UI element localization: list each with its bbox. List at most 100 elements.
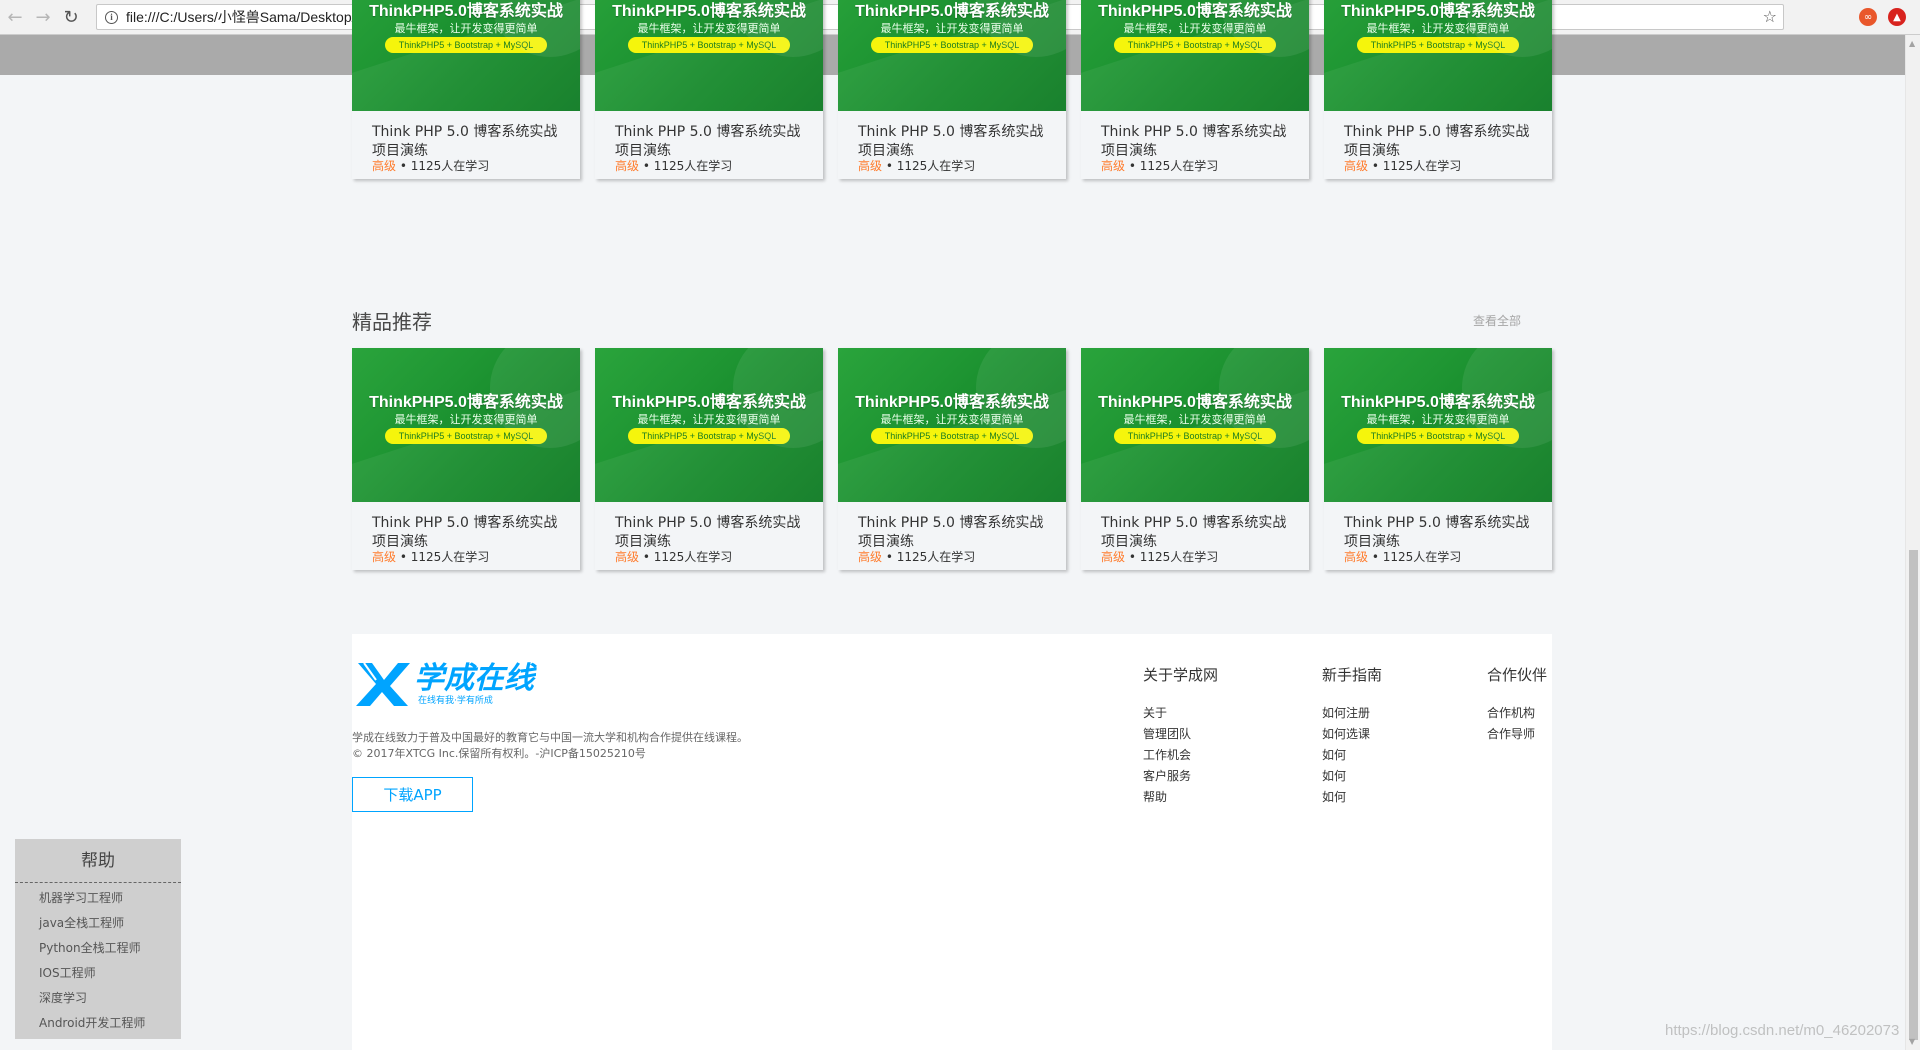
thumb-title: ThinkPHP5.0博客系统实战 xyxy=(1341,394,1535,411)
course-title[interactable]: Think PHP 5.0 博客系统实战项目演练 xyxy=(858,514,1048,552)
thumb-title: ThinkPHP5.0博客系统实战 xyxy=(855,394,1049,411)
footer-link[interactable]: 管理团队 xyxy=(1143,724,1218,745)
course-meta: 高级 • 1125人在学习 xyxy=(1344,548,1461,565)
thumb-subtitle: 最牛框架，让开发变得更简单 xyxy=(394,413,538,426)
course-level: 高级 xyxy=(1344,159,1369,173)
site-logo[interactable]: 学成在线 在线有我·学有所成 xyxy=(354,658,554,708)
thumb-title: ThinkPHP5.0博客系统实战 xyxy=(369,394,563,411)
bookmark-star-icon[interactable]: ☆ xyxy=(1763,7,1777,26)
course-card[interactable]: ThinkPHP5.0博客系统实战 最牛框架，让开发变得更简单 ThinkPHP… xyxy=(595,348,823,570)
course-learners: 1125人在学习 xyxy=(896,159,976,173)
thumb-subtitle: 最牛框架，让开发变得更简单 xyxy=(1123,413,1267,426)
course-meta: 高级 • 1125人在学习 xyxy=(858,157,975,174)
help-item[interactable]: 机器学习工程师 xyxy=(15,886,181,911)
course-level: 高级 xyxy=(372,159,397,173)
course-card[interactable]: ThinkPHP5.0博客系统实战 最牛框架，让开发变得更简单 ThinkPHP… xyxy=(352,0,580,179)
course-card[interactable]: ThinkPHP5.0博客系统实战 最牛框架，让开发变得更简单 ThinkPHP… xyxy=(838,0,1066,179)
course-title[interactable]: Think PHP 5.0 博客系统实战项目演练 xyxy=(1344,514,1534,552)
thumb-title: ThinkPHP5.0博客系统实战 xyxy=(1098,394,1292,411)
help-item[interactable]: Android开发工程师 xyxy=(15,1011,181,1036)
extension-icon[interactable]: ▲ xyxy=(1888,8,1906,26)
help-item[interactable]: IOS工程师 xyxy=(15,961,181,986)
footer: 学成在线 在线有我·学有所成 学成在线致力于普及中国最好的教育它与中国一流大学和… xyxy=(352,634,1552,1050)
reload-icon[interactable]: ↻ xyxy=(58,4,84,30)
course-card[interactable]: ThinkPHP5.0博客系统实战 最牛框架，让开发变得更简单 ThinkPHP… xyxy=(595,0,823,179)
forward-icon[interactable]: → xyxy=(30,4,56,30)
course-learners: 1125人在学习 xyxy=(1382,159,1462,173)
course-card[interactable]: ThinkPHP5.0博客系统实战 最牛框架，让开发变得更简单 ThinkPHP… xyxy=(352,348,580,570)
meta-separator: • xyxy=(639,550,654,564)
course-card[interactable]: ThinkPHP5.0博客系统实战 最牛框架，让开发变得更简单 ThinkPHP… xyxy=(838,348,1066,570)
course-title[interactable]: Think PHP 5.0 博客系统实战项目演练 xyxy=(1344,123,1534,161)
course-title[interactable]: Think PHP 5.0 博客系统实战项目演练 xyxy=(372,514,562,552)
scrollbar-thumb[interactable] xyxy=(1909,550,1918,1040)
vertical-scrollbar[interactable]: ▲ ▼ xyxy=(1905,35,1920,1050)
course-learners: 1125人在学习 xyxy=(410,550,490,564)
footer-link[interactable]: 帮助 xyxy=(1143,787,1218,808)
footer-copyright: © 2017年XTCG Inc.保留所有权利。-沪ICP备15025210号 xyxy=(352,747,646,760)
meta-separator: • xyxy=(1368,550,1383,564)
footer-link[interactable]: 如何选课 xyxy=(1322,724,1382,745)
course-title[interactable]: Think PHP 5.0 博客系统实战项目演练 xyxy=(1101,123,1291,161)
course-thumbnail[interactable]: ThinkPHP5.0博客系统实战 最牛框架，让开发变得更简单 ThinkPHP… xyxy=(1081,0,1309,111)
footer-column: 关于学成网 关于 管理团队 工作机会 客户服务 帮助 xyxy=(1143,664,1218,808)
thumb-tech-pill: ThinkPHP5 + Bootstrap + MySQL xyxy=(385,37,547,53)
course-title[interactable]: Think PHP 5.0 博客系统实战项目演练 xyxy=(615,123,805,161)
course-title[interactable]: Think PHP 5.0 博客系统实战项目演练 xyxy=(615,514,805,552)
meta-separator: • xyxy=(1368,159,1383,173)
section-title: 精品推荐 xyxy=(352,310,432,334)
footer-link[interactable]: 工作机会 xyxy=(1143,745,1218,766)
course-thumbnail[interactable]: ThinkPHP5.0博客系统实战 最牛框架，让开发变得更简单 ThinkPHP… xyxy=(1081,348,1309,502)
course-card[interactable]: ThinkPHP5.0博客系统实战 最牛框架，让开发变得更简单 ThinkPHP… xyxy=(1081,0,1309,179)
course-level: 高级 xyxy=(615,550,640,564)
help-item[interactable]: Python全栈工程师 xyxy=(15,936,181,961)
thumb-tech-pill: ThinkPHP5 + Bootstrap + MySQL xyxy=(385,428,547,444)
course-title[interactable]: Think PHP 5.0 博客系统实战项目演练 xyxy=(858,123,1048,161)
course-meta: 高级 • 1125人在学习 xyxy=(1101,157,1218,174)
help-title: 帮助 xyxy=(15,839,181,883)
info-icon[interactable]: i xyxy=(105,10,118,24)
footer-desc-line: 学成在线致力于普及中国最好的教育它与中国一流大学和机构合作提供在线课程。 xyxy=(352,731,748,744)
footer-link[interactable]: 关于 xyxy=(1143,703,1218,724)
help-item[interactable]: 深度学习 xyxy=(15,986,181,1011)
course-card[interactable]: ThinkPHP5.0博客系统实战 最牛框架，让开发变得更简单 ThinkPHP… xyxy=(1324,0,1552,179)
back-icon[interactable]: ← xyxy=(2,4,28,30)
course-thumbnail[interactable]: ThinkPHP5.0博客系统实战 最牛框架，让开发变得更简单 ThinkPHP… xyxy=(352,348,580,502)
course-thumbnail[interactable]: ThinkPHP5.0博客系统实战 最牛框架，让开发变得更简单 ThinkPHP… xyxy=(838,0,1066,111)
download-app-button[interactable]: 下载APP xyxy=(352,777,473,812)
course-thumbnail[interactable]: ThinkPHP5.0博客系统实战 最牛框架，让开发变得更简单 ThinkPHP… xyxy=(838,348,1066,502)
meta-separator: • xyxy=(882,159,897,173)
course-thumbnail[interactable]: ThinkPHP5.0博客系统实战 最牛框架，让开发变得更简单 ThinkPHP… xyxy=(1324,348,1552,502)
view-all-link[interactable]: 查看全部 xyxy=(1473,312,1521,329)
footer-column: 合作伙伴合作机构 合作导师 xyxy=(1487,664,1547,745)
course-title[interactable]: Think PHP 5.0 博客系统实战项目演练 xyxy=(372,123,562,161)
course-card[interactable]: ThinkPHP5.0博客系统实战 最牛框架，让开发变得更简单 ThinkPHP… xyxy=(1081,348,1309,570)
footer-link[interactable]: 如何 xyxy=(1322,766,1382,787)
thumb-subtitle: 最牛框架，让开发变得更简单 xyxy=(1123,22,1267,35)
course-thumbnail[interactable]: ThinkPHP5.0博客系统实战 最牛框架，让开发变得更简单 ThinkPHP… xyxy=(1324,0,1552,111)
footer-link[interactable]: 如何注册 xyxy=(1322,703,1382,724)
course-meta: 高级 • 1125人在学习 xyxy=(1344,157,1461,174)
course-title[interactable]: Think PHP 5.0 博客系统实战项目演练 xyxy=(1101,514,1291,552)
footer-link[interactable]: 如何 xyxy=(1322,787,1382,808)
footer-column-title: 合作伙伴 xyxy=(1487,666,1548,684)
footer-link[interactable]: 合作机构 xyxy=(1487,703,1547,724)
help-item[interactable]: java全栈工程师 xyxy=(15,911,181,936)
scroll-up-icon[interactable]: ▲ xyxy=(1909,39,1915,48)
footer-link[interactable]: 合作导师 xyxy=(1487,724,1547,745)
course-level: 高级 xyxy=(615,159,640,173)
footer-link[interactable]: 如何 xyxy=(1322,745,1382,766)
course-meta: 高级 • 1125人在学习 xyxy=(1101,548,1218,565)
footer-link[interactable]: 客户服务 xyxy=(1143,766,1218,787)
scroll-down-icon[interactable]: ▼ xyxy=(1909,1037,1915,1046)
course-thumbnail[interactable]: ThinkPHP5.0博客系统实战 最牛框架，让开发变得更简单 ThinkPHP… xyxy=(352,0,580,111)
course-meta: 高级 • 1125人在学习 xyxy=(372,157,489,174)
meta-separator: • xyxy=(882,550,897,564)
extension-icon[interactable]: ∞ xyxy=(1859,8,1877,26)
course-thumbnail[interactable]: ThinkPHP5.0博客系统实战 最牛框架，让开发变得更简单 ThinkPHP… xyxy=(595,0,823,111)
logo-text: 学成在线 xyxy=(414,661,538,696)
thumb-tech-pill: ThinkPHP5 + Bootstrap + MySQL xyxy=(871,37,1033,53)
thumb-subtitle: 最牛框架，让开发变得更简单 xyxy=(394,22,538,35)
course-thumbnail[interactable]: ThinkPHP5.0博客系统实战 最牛框架，让开发变得更简单 ThinkPHP… xyxy=(595,348,823,502)
course-card[interactable]: ThinkPHP5.0博客系统实战 最牛框架，让开发变得更简单 ThinkPHP… xyxy=(1324,348,1552,570)
